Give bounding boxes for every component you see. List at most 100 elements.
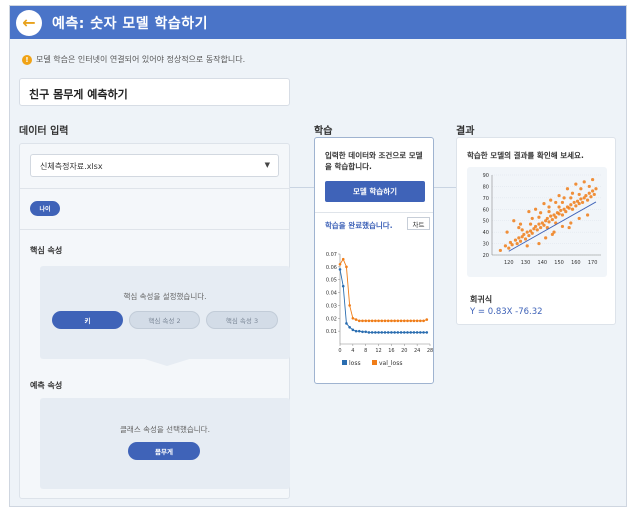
data-point-val_loss bbox=[406, 319, 409, 323]
scatter-point bbox=[513, 238, 518, 242]
data-point-val_loss bbox=[345, 265, 348, 269]
attribute-button[interactable]: 나이 bbox=[30, 201, 60, 216]
chart-button[interactable]: 차트 bbox=[407, 217, 430, 230]
scatter-point bbox=[559, 208, 563, 213]
scatter-point bbox=[523, 237, 528, 241]
data-point-val_loss bbox=[386, 319, 390, 323]
scatter-point bbox=[560, 213, 565, 217]
scatter-point bbox=[587, 184, 591, 189]
scatter-point bbox=[534, 224, 538, 229]
scatter-point bbox=[577, 201, 581, 206]
flow-connector bbox=[434, 187, 456, 188]
scatter-point bbox=[591, 177, 595, 182]
scatter-point bbox=[537, 222, 541, 226]
scatter-point bbox=[550, 217, 554, 222]
scatter-point bbox=[570, 191, 575, 195]
back-button[interactable]: ← bbox=[16, 9, 42, 36]
divider bbox=[20, 188, 289, 189]
core-attribute-1[interactable]: 키 bbox=[52, 311, 123, 329]
scatter-point bbox=[522, 232, 526, 237]
scatter-point bbox=[585, 213, 590, 217]
page-title: 예측: 숫자 모델 학습하기 bbox=[52, 15, 209, 32]
scatter-point bbox=[579, 197, 583, 201]
y-tick-label: 0.01 bbox=[326, 329, 337, 335]
prediction-attribute-value[interactable]: 몸무게 bbox=[128, 442, 200, 460]
data-point-loss bbox=[409, 331, 413, 334]
training-status: 학습을 완료했습니다. bbox=[325, 221, 393, 230]
scatter-point bbox=[549, 214, 553, 218]
scatter-point bbox=[565, 187, 570, 191]
training-card: 입력한 데이터와 조건으로 모델을 학습합니다. 모델 학습하기 학습을 완료했… bbox=[314, 137, 434, 384]
scatter-point bbox=[550, 232, 554, 237]
scatter-point bbox=[542, 223, 546, 227]
x-tick-label: 140 bbox=[538, 260, 548, 266]
y-tick-label: 40 bbox=[483, 230, 489, 236]
data-point-loss bbox=[357, 329, 361, 333]
scatter-point bbox=[587, 191, 591, 195]
scatter-point bbox=[517, 225, 521, 230]
scatter-point bbox=[542, 201, 546, 206]
scatter-point bbox=[562, 196, 566, 200]
core-attribute-2[interactable]: 핵심 속성 2 bbox=[129, 311, 200, 329]
data-point-val_loss bbox=[402, 319, 406, 323]
data-point-loss bbox=[348, 325, 351, 329]
core-attribute-message: 핵심 속성을 설정했습니다. bbox=[123, 292, 207, 301]
train-model-button[interactable]: 모델 학습하기 bbox=[325, 181, 425, 202]
scatter-point bbox=[530, 216, 534, 221]
legend-swatch-loss bbox=[342, 360, 347, 365]
data-point-loss bbox=[354, 329, 358, 333]
x-tick-label: 150 bbox=[554, 260, 564, 266]
data-point-loss bbox=[364, 330, 368, 334]
data-point-loss bbox=[380, 331, 384, 334]
divider bbox=[20, 229, 289, 230]
data-point-loss bbox=[361, 330, 364, 334]
result-description: 학습한 모델의 결과를 확인해 보세요. bbox=[467, 151, 584, 160]
scatter-point bbox=[592, 192, 596, 197]
data-input-panel: 신체측정자료.xlsx ▼ 나이 핵심 속성 핵심 속성을 설정했습니다. 키 … bbox=[19, 143, 290, 499]
data-point-val_loss bbox=[415, 319, 419, 323]
scatter-point bbox=[527, 233, 531, 238]
arrow-left-icon: ← bbox=[22, 12, 36, 32]
result-card: 학습한 모델의 결과를 확인해 보세요. 20 30 40 50 60 70 80 90 120… bbox=[456, 137, 616, 325]
scatter-point bbox=[517, 236, 521, 240]
data-point-loss bbox=[412, 331, 416, 334]
legend-swatch-val_loss bbox=[372, 360, 377, 365]
warning-icon: ! bbox=[22, 54, 32, 65]
regression-equation: Y = 0.83X -76.32 bbox=[470, 307, 543, 317]
scatter-point bbox=[547, 220, 551, 224]
x-tick-label: 28 bbox=[427, 348, 433, 354]
scatter-point bbox=[525, 244, 529, 248]
scatter-point bbox=[560, 224, 565, 229]
scatter-point bbox=[554, 200, 558, 205]
y-tick-label: 80 bbox=[483, 184, 489, 190]
x-tick-label: 0 bbox=[338, 348, 341, 354]
x-tick-label: 8 bbox=[364, 348, 367, 354]
data-point-loss bbox=[422, 331, 425, 334]
app-window: ← 예측: 숫자 모델 학습하기 ! 모델 학습은 인터넷이 연결되어 있어야 … bbox=[9, 5, 627, 507]
file-select[interactable]: 신체측정자료.xlsx ▼ bbox=[30, 154, 279, 177]
notice-text: 모델 학습은 인터넷이 연결되어 있어야 정상적으로 동작합니다. bbox=[36, 55, 246, 64]
model-name-input[interactable]: 친구 몸무게 예측하기 bbox=[19, 78, 290, 106]
scatter-point bbox=[547, 205, 551, 209]
data-point-val_loss bbox=[357, 319, 361, 323]
scatter-point bbox=[582, 180, 586, 184]
data-point-loss bbox=[393, 331, 396, 334]
x-tick-label: 12 bbox=[375, 348, 381, 354]
data-point-val_loss bbox=[425, 318, 429, 321]
data-point-val_loss bbox=[422, 319, 425, 323]
data-point-val_loss bbox=[351, 316, 355, 320]
scatter-chart-container: 20 30 40 50 60 70 80 90 120 130 140 150 160 170 bbox=[467, 167, 607, 277]
y-tick-label: 0.07 bbox=[326, 252, 337, 258]
scatter-point bbox=[564, 209, 568, 214]
data-point-loss bbox=[370, 331, 374, 334]
scatter-point bbox=[512, 219, 516, 223]
data-point-val_loss bbox=[348, 304, 351, 307]
y-tick-label: 0.05 bbox=[326, 278, 337, 284]
x-tick-label: 170 bbox=[588, 260, 598, 266]
y-tick-label: 30 bbox=[483, 242, 489, 248]
data-point-val_loss bbox=[367, 319, 371, 323]
scatter-point bbox=[498, 248, 502, 253]
y-tick-label: 0.02 bbox=[326, 316, 337, 322]
scatter-point bbox=[549, 198, 553, 202]
core-attribute-3[interactable]: 핵심 속성 3 bbox=[206, 311, 278, 329]
